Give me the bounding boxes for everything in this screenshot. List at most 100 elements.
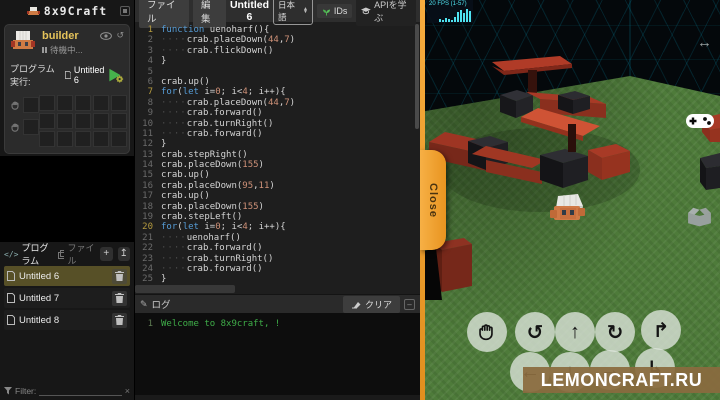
log-collapse-icon[interactable]: – (404, 298, 415, 310)
inventory-slot[interactable] (93, 131, 109, 147)
code-line: 20 for(let i= 0; i< 4; i++){ (135, 222, 420, 232)
log-entry: 1 Welcome to 8x9craft, ! (147, 319, 281, 329)
code-editor[interactable]: 1 function uenoharf(){2 ···· crab.placeDown… (135, 22, 420, 294)
code-line: 6 crab.up() (135, 77, 420, 87)
gamepad-icon[interactable] (685, 110, 715, 132)
code-line: 3 ···· crab.flickDown() (135, 46, 420, 56)
app-root: 8x9Craft builder 待機中... ↺ プログラム実行: Untit… (0, 0, 720, 400)
run-program-button[interactable] (107, 66, 124, 85)
inventory-slot[interactable] (93, 113, 109, 129)
code-line: 22 ···· crab.forward() (135, 243, 420, 253)
code-line: 12} (135, 139, 420, 149)
inventory-slot[interactable] (39, 95, 55, 111)
code-line: 9 ···· crab.forward() (135, 108, 420, 118)
ids-button[interactable]: IDs (316, 4, 353, 18)
code-line: 11 ···· crab.forward() (135, 129, 420, 139)
rotate-ccw-button[interactable]: ↺ (515, 312, 555, 352)
inventory-slot[interactable] (75, 113, 91, 129)
file-item[interactable]: Untitled 8 (4, 310, 130, 330)
game-viewport[interactable]: Close 20 FPS (1-57) ↔ ↺↑↻↱←↓→↳ LEMONCRAF… (420, 0, 720, 400)
inventory-slot[interactable] (111, 113, 127, 129)
trash-icon[interactable] (112, 268, 127, 284)
clear-filter-icon[interactable]: × (125, 386, 130, 396)
code-line: 7 for(let i= 0; i< 4; i++){ (135, 87, 420, 97)
hand-icon (11, 101, 19, 110)
code-line: 21 ···· uenoharf() (135, 233, 420, 243)
upload-file-button[interactable]: ↥ (117, 247, 130, 261)
tab-program[interactable]: </> プログラム (4, 241, 53, 267)
resize-horizontal-icon[interactable]: ↔ (697, 34, 712, 51)
add-file-button[interactable]: + (100, 247, 113, 261)
line-number: 14 (142, 160, 153, 171)
line-number: 19 (142, 212, 153, 223)
log-edit-icon: ✎ (140, 298, 148, 309)
editor-header: ファイル 編集 Untitled 6 日本語 ▲ ▼ IDs APIを学ぶ (135, 0, 420, 28)
eraser-icon (351, 301, 361, 308)
box-icon[interactable] (686, 203, 713, 229)
code-line: 5 (135, 67, 420, 77)
logo-bar: 8x9Craft (0, 0, 134, 22)
sidebar-collapse-icon[interactable] (120, 6, 130, 16)
fps-histogram (439, 9, 471, 22)
reset-icon[interactable]: ↺ (116, 30, 124, 41)
grab-button[interactable] (467, 312, 507, 352)
run-label: プログラム実行: (10, 64, 55, 87)
line-number: 12 (142, 139, 153, 150)
clear-log-button[interactable]: クリア (342, 295, 400, 313)
code-line: 25} (135, 274, 420, 284)
builder-status: 待機中... (42, 44, 83, 56)
line-number: 23 (142, 253, 153, 264)
inventory-slot[interactable] (111, 95, 127, 111)
trash-icon[interactable] (112, 290, 127, 306)
editor-hscrollbar[interactable] (135, 285, 235, 293)
rotate-cw-button[interactable]: ↻ (595, 312, 635, 352)
code-line: 1 function uenoharf(){ (135, 25, 420, 35)
move-up-button[interactable]: ↑ (555, 312, 595, 352)
filter-row: Filter: × (4, 386, 130, 396)
log-panel: ✎ ログ クリア – 1 Welcome to 8x9craft, ! (135, 294, 420, 400)
line-number: 13 (142, 149, 153, 160)
inventory-slot[interactable] (75, 95, 91, 111)
code-line: 8 ···· crab.placeDown(44, 7) (135, 98, 420, 108)
trash-icon[interactable] (112, 312, 127, 328)
line-number: 6 (147, 76, 153, 87)
inventory-slot[interactable] (39, 131, 55, 147)
eye-icon[interactable] (100, 31, 113, 40)
file-item[interactable]: Untitled 6 (4, 266, 130, 286)
line-number: 5 (147, 66, 153, 77)
code-line: 15 crab.up() (135, 170, 420, 180)
document-icon (7, 315, 15, 325)
code-line: 13 crab.stepRight() (135, 150, 420, 160)
sidebar: 8x9Craft builder 待機中... ↺ プログラム実行: Untit… (0, 0, 135, 400)
line-number: 25 (142, 274, 153, 285)
code-line: 2 ···· crab.placeDown(44, 7) (135, 35, 420, 45)
log-output: 1 Welcome to 8x9craft, ! (135, 313, 420, 395)
graduation-cap-icon (361, 7, 372, 15)
builder-inventory (10, 95, 127, 147)
inventory-slot[interactable] (93, 95, 109, 111)
close-panel-tab[interactable]: Close (420, 150, 446, 250)
inventory-slot[interactable] (75, 131, 91, 147)
line-number: 4 (147, 56, 153, 67)
turn-up-button[interactable]: ↱ (641, 310, 681, 350)
file-name: Untitled 6 (19, 270, 60, 282)
inventory-slot[interactable] (23, 119, 39, 135)
inventory-slot[interactable] (57, 95, 73, 111)
line-number: 9 (147, 108, 153, 119)
tab-file[interactable]: ファイル (57, 241, 95, 267)
file-item[interactable]: Untitled 7 (4, 288, 130, 308)
editor-vscrollbar[interactable] (415, 24, 419, 129)
close-label: Close (427, 182, 439, 218)
code-icon: </> (4, 249, 19, 259)
inventory-slot[interactable] (39, 113, 55, 129)
select-arrows-icon: ▲ ▼ (302, 5, 308, 15)
filter-input[interactable] (39, 387, 122, 396)
inventory-slot[interactable] (57, 113, 73, 129)
copy-icon (57, 249, 65, 259)
inventory-slot[interactable] (111, 131, 127, 147)
editor-title: Untitled 6 (229, 0, 270, 23)
line-number: 2 (147, 35, 153, 46)
inventory-slot[interactable] (23, 97, 39, 113)
inventory-slot[interactable] (57, 131, 73, 147)
log-footer (135, 395, 420, 400)
